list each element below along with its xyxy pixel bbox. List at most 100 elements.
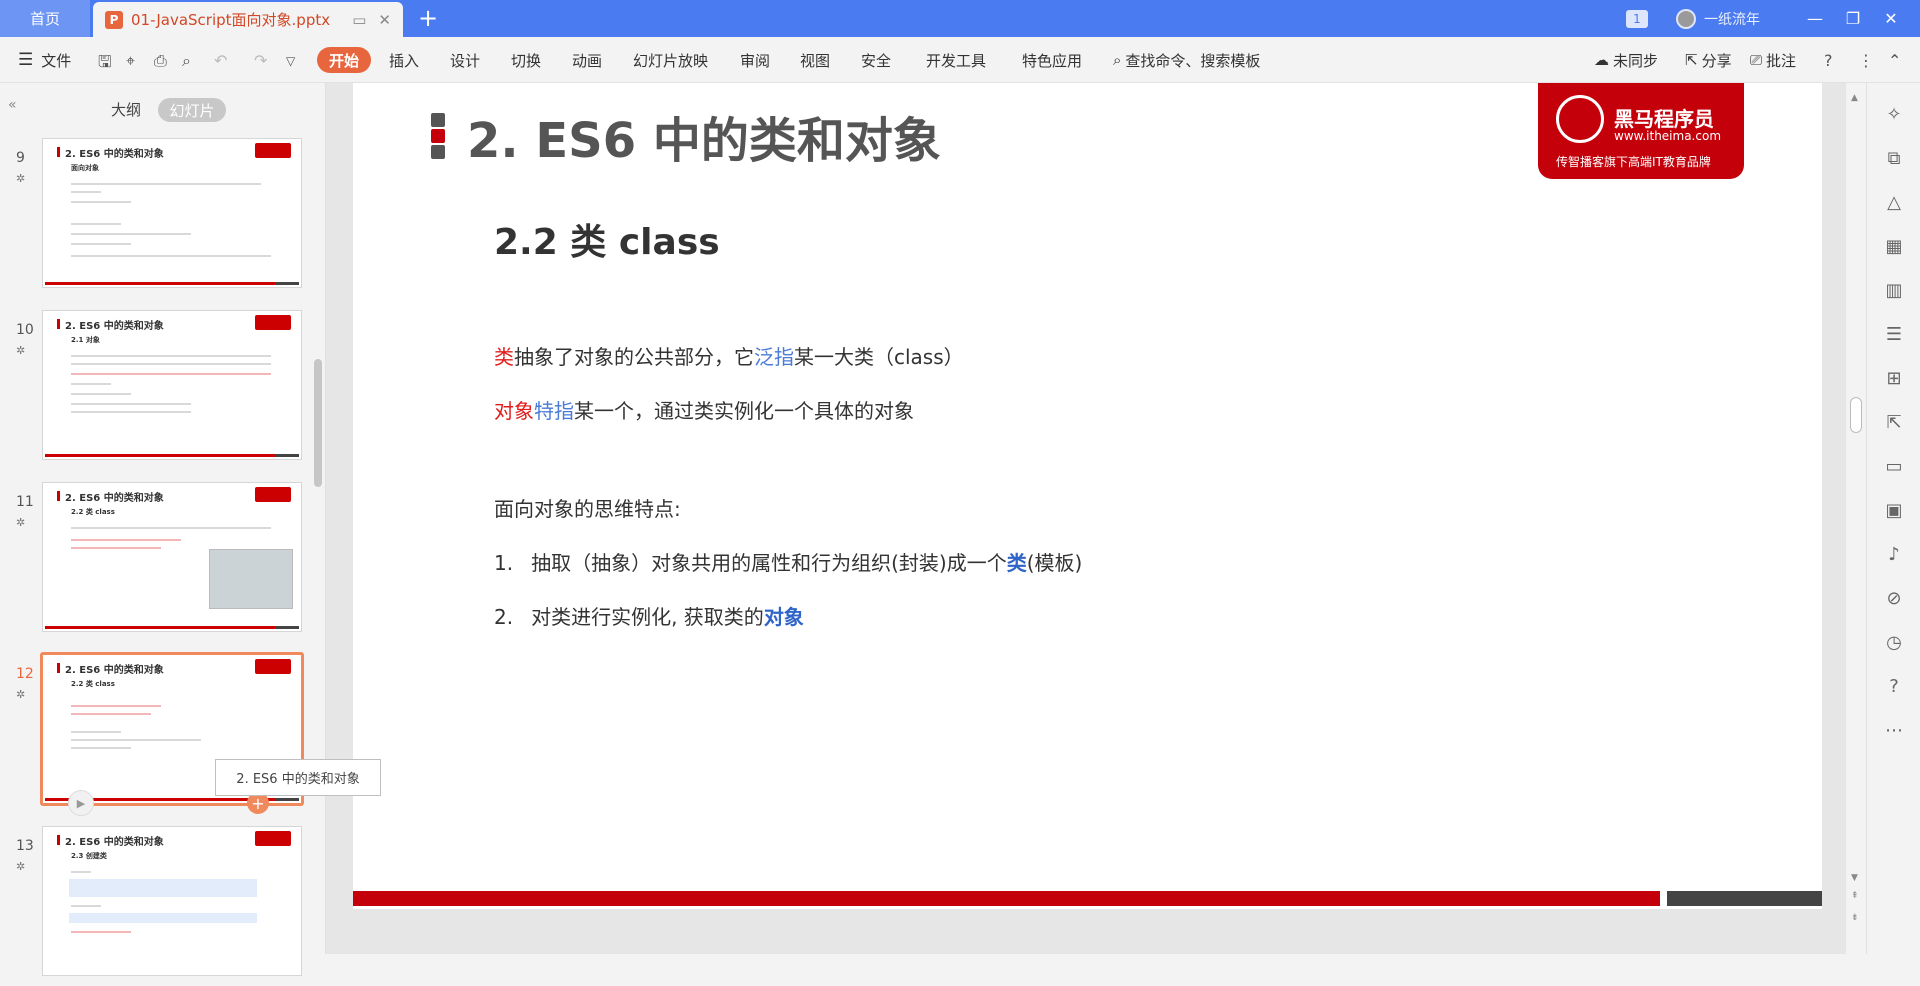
file-menu-button[interactable]: ☰ 文件 xyxy=(18,37,71,83)
window-count-badge[interactable]: 1 xyxy=(1626,9,1648,28)
comment-button[interactable]: ⎚ 批注 xyxy=(1750,37,1796,83)
tab-security[interactable]: 安全 xyxy=(861,37,891,83)
settings-sliders-icon[interactable]: ☰ xyxy=(1882,323,1906,347)
slide-thumbnail-row[interactable]: 13 ✲ 2. ES6 中的类和对象 2.3 创建类 xyxy=(0,826,312,986)
user-avatar[interactable] xyxy=(1676,8,1696,29)
redo-icon[interactable]: ↷ xyxy=(254,51,267,70)
thumb-title: 2. ES6 中的类和对象 xyxy=(65,321,164,332)
tab-animation[interactable]: 动画 xyxy=(572,37,602,83)
scroll-up-icon[interactable]: ▲ xyxy=(1851,93,1858,103)
print-preview-icon[interactable]: ⌕ xyxy=(182,51,191,71)
text-line-class[interactable]: 类抽象了对象的公共部分，它泛指某一大类（class） xyxy=(494,341,964,370)
animation-star-icon: ✲ xyxy=(16,344,26,357)
tab-features[interactable]: 特色应用 xyxy=(1022,37,1082,83)
next-slide-icon[interactable]: ⇟ xyxy=(1851,913,1859,923)
history-icon[interactable]: ◷ xyxy=(1882,631,1906,655)
cloud-sync-icon: ☁ xyxy=(1594,51,1609,69)
slide-subtitle[interactable]: 2.2 类 class xyxy=(494,213,720,265)
tab-outline[interactable]: 大纲 xyxy=(111,99,141,120)
collapse-panel-icon[interactable]: « xyxy=(8,97,17,113)
editor-scrollbar[interactable]: ▲ ▼ ⇞ ⇟ xyxy=(1847,83,1865,954)
tab-slideshow[interactable]: 幻灯片放映 xyxy=(633,37,708,83)
help-icon[interactable]: ? xyxy=(1824,51,1833,70)
text-span: (模板) xyxy=(1026,551,1083,575)
prev-slide-icon[interactable]: ⇞ xyxy=(1851,891,1859,901)
grid-icon[interactable]: ▦ xyxy=(1882,235,1906,259)
export-icon[interactable]: ⇱ xyxy=(1882,411,1906,435)
undo-icon[interactable]: ↶ xyxy=(214,51,227,70)
sync-button[interactable]: ☁ 未同步 xyxy=(1594,37,1658,83)
minimize-icon[interactable]: — xyxy=(1796,9,1834,28)
slide-thumbnail-row[interactable]: 11 ✲ 2. ES6 中的类和对象 2.2 类 class xyxy=(0,482,312,642)
scroll-down-icon[interactable]: ▼ xyxy=(1851,873,1858,883)
more-options-icon[interactable]: ⋮ xyxy=(1858,51,1874,70)
chart-icon[interactable]: ▥ xyxy=(1882,279,1906,303)
restore-icon[interactable]: ❐ xyxy=(1834,9,1872,28)
slide-number: 13 xyxy=(16,838,34,854)
new-tab-icon[interactable]: + xyxy=(418,4,438,32)
animation-star-icon: ✲ xyxy=(16,688,26,701)
tab-view[interactable]: 视图 xyxy=(800,37,830,83)
logo-name: 黑马程序员 xyxy=(1614,107,1714,131)
logo-url: www.itheima.com xyxy=(1614,129,1722,143)
help-circle-icon[interactable]: ? xyxy=(1882,675,1906,699)
scroll-thumb[interactable] xyxy=(1850,397,1862,433)
text-line-object[interactable]: 对象特指某一个，通过类实例化一个具体的对象 xyxy=(494,395,914,424)
close-tab-icon[interactable]: ✕ xyxy=(378,11,391,29)
title-bar: 首页 P 01-JavaScript面向对象.pptx ▭ ✕ + 1 一纸流年… xyxy=(0,0,1920,37)
animation-star-icon: ✲ xyxy=(16,516,26,529)
magic-icon[interactable]: ✧ xyxy=(1882,103,1906,127)
text-span: 抽取（抽象）对象共用的属性和行为组织(封装)成一个 xyxy=(531,551,1007,575)
archive-icon[interactable]: ▭ xyxy=(1882,455,1906,479)
slide-title[interactable]: 2. ES6 中的类和对象 xyxy=(467,101,941,171)
more-icon[interactable]: ⋯ xyxy=(1882,719,1906,743)
slide-thumbnail[interactable]: 2. ES6 中的类和对象 2.1 对象 xyxy=(42,310,302,460)
user-name[interactable]: 一纸流年 xyxy=(1704,9,1760,29)
slide-thumbnail[interactable]: 2. ES6 中的类和对象 2.2 类 class xyxy=(42,482,302,632)
tab-developer[interactable]: 开发工具 xyxy=(926,37,986,83)
format-painter-icon[interactable]: ⌖ xyxy=(126,51,135,71)
command-search[interactable]: ⌕ 查找命令、搜索模板 xyxy=(1113,37,1260,83)
comment-icon: ⎚ xyxy=(1750,51,1763,69)
tab-start[interactable]: 开始 xyxy=(317,47,371,73)
image-library-icon[interactable]: ⊞ xyxy=(1882,367,1906,391)
itheima-logo: 黑马程序员 www.itheima.com 传智播客旗下高端IT教育品牌 xyxy=(1538,83,1744,179)
sync-label: 未同步 xyxy=(1613,51,1659,70)
slide-thumbnail-row[interactable]: 9 ✲ 2. ES6 中的类和对象 面向对象 xyxy=(0,138,312,298)
right-toolbar: ✧ ⧉ △ ▦ ▥ ☰ ⊞ ⇱ ▭ ▣ ♪ ⊘ ◷ ? ⋯ xyxy=(1866,83,1920,954)
tab-design[interactable]: 设计 xyxy=(450,37,480,83)
tab-insert[interactable]: 插入 xyxy=(389,37,419,83)
save-icon[interactable]: 🖫 xyxy=(98,51,112,78)
list-item[interactable]: 1. 抽取（抽象）对象共用的属性和行为组织(封装)成一个类(模板) xyxy=(494,547,1082,576)
panel-scrollbar[interactable] xyxy=(314,359,322,487)
slide-thumbnail-row[interactable]: 10 ✲ 2. ES6 中的类和对象 2.1 对象 xyxy=(0,310,312,470)
list-item[interactable]: 2. 对类进行实例化, 获取类的对象 xyxy=(494,601,804,630)
tab-review[interactable]: 审阅 xyxy=(740,37,770,83)
download-icon[interactable]: ⊘ xyxy=(1882,587,1906,611)
pin-window-icon[interactable]: ▭ xyxy=(352,11,366,29)
slide-switch-icon[interactable]: ⧉ xyxy=(1882,147,1906,171)
footer-bar-red xyxy=(353,891,1660,906)
text-heading[interactable]: 面向对象的思维特点: xyxy=(494,493,681,522)
shape-icon[interactable]: △ xyxy=(1882,191,1906,215)
quick-access-dropdown-icon[interactable]: ▽ xyxy=(286,54,295,68)
slide-thumbnail[interactable]: 2. ES6 中的类和对象 面向对象 xyxy=(42,138,302,288)
picture-icon[interactable]: ▣ xyxy=(1882,499,1906,523)
slide-number: 10 xyxy=(16,322,34,338)
share-button[interactable]: ⇱ 分享 xyxy=(1685,37,1732,83)
thumb-subtitle: 2.2 类 class xyxy=(71,508,115,516)
tab-transition[interactable]: 切换 xyxy=(511,37,541,83)
slide-number: 11 xyxy=(16,494,34,510)
thumb-title: 2. ES6 中的类和对象 xyxy=(65,493,164,504)
play-slide-icon[interactable]: ▶ xyxy=(68,790,94,816)
close-window-icon[interactable]: ✕ xyxy=(1872,9,1910,28)
slide-number: 12 xyxy=(16,666,34,682)
collapse-ribbon-icon[interactable]: ⌃ xyxy=(1888,51,1901,70)
document-tab[interactable]: P 01-JavaScript面向对象.pptx ▭ ✕ xyxy=(93,2,403,37)
print-icon[interactable]: ⎙ xyxy=(154,51,167,71)
home-tab[interactable]: 首页 xyxy=(0,0,90,37)
slide-canvas[interactable]: 2. ES6 中的类和对象 黑马程序员 www.itheima.com 传智播客… xyxy=(353,83,1822,909)
audio-icon[interactable]: ♪ xyxy=(1882,543,1906,567)
slide-editor: 2. ES6 中的类和对象 黑马程序员 www.itheima.com 传智播客… xyxy=(326,83,1846,954)
tab-slides[interactable]: 幻灯片 xyxy=(158,98,226,122)
